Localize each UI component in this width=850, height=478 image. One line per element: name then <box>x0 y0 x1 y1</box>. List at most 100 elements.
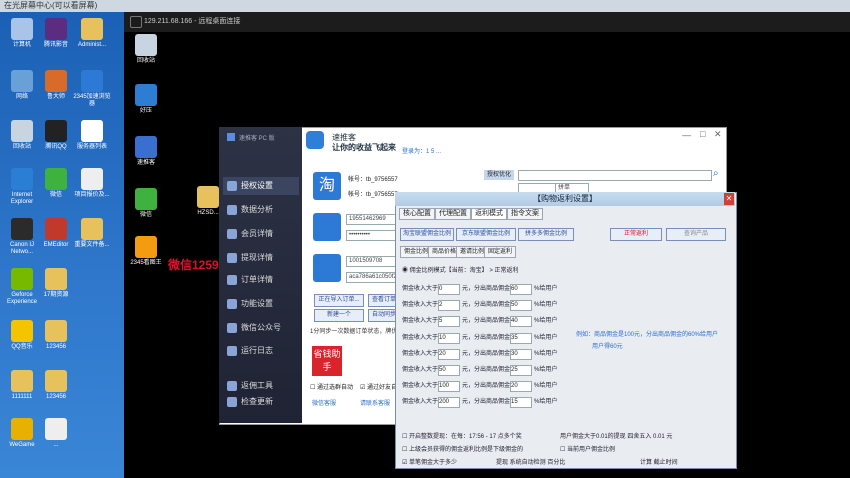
dialog-tab[interactable]: 代理配置 <box>435 208 471 220</box>
shortcut-icon <box>45 18 67 40</box>
shortcut-icon <box>45 268 67 290</box>
dialog-tab[interactable]: 返利模式 <box>471 208 507 220</box>
threshold-input[interactable]: 20 <box>438 348 460 360</box>
row-suffix: %给用户 <box>534 286 558 292</box>
dialog-tab[interactable]: 指令文案 <box>507 208 543 220</box>
contact-service-link[interactable]: 请联系客服 <box>360 398 390 407</box>
row-suffix: %给用户 <box>534 302 558 309</box>
option-current-ratio[interactable]: ☐ 当前用户佣金比例 <box>560 445 615 455</box>
threshold-input[interactable]: 2 <box>438 300 460 312</box>
threshold-input[interactable]: 200 <box>438 397 460 409</box>
shortcut-icon <box>45 70 67 92</box>
wechat-service-link[interactable]: 微信客服 <box>312 398 336 407</box>
shortcut-icon <box>45 120 67 142</box>
remote-shortcut[interactable]: 好压 <box>126 84 166 115</box>
row-suffix: %给用户 <box>534 367 558 373</box>
percent-input[interactable]: 15 <box>510 397 532 409</box>
desktop-shortcut[interactable]: 重要文件备... <box>72 218 112 249</box>
sidebar-item[interactable]: 订单详情 <box>223 271 299 289</box>
minimize-icon[interactable]: — <box>682 130 691 140</box>
threshold-input[interactable]: 10 <box>438 332 460 344</box>
remote-shortcut[interactable]: 2345看图王 <box>126 236 166 267</box>
sidebar-item[interactable]: 功能设置 <box>223 295 299 313</box>
sub-tab[interactable]: 固定返利 <box>484 246 517 258</box>
remote-shortcut[interactable]: 回收站 <box>126 34 166 65</box>
desktop-shortcut[interactable]: 腾讯影音 <box>36 18 76 49</box>
new-order-button[interactable]: 新建一个 <box>314 309 364 322</box>
desktop-shortcut[interactable]: 鲁大师 <box>36 70 76 101</box>
normal-rebate-button[interactable]: 正常返利 <box>610 228 662 241</box>
shortcut-icon <box>11 120 33 142</box>
optimize-field[interactable] <box>518 170 712 181</box>
login-status[interactable]: 登录为：1 5 ... <box>402 146 441 155</box>
percent-input[interactable]: 40 <box>510 316 532 328</box>
percent-input[interactable]: 50 <box>510 300 532 312</box>
desktop-shortcut[interactable]: 微信 <box>36 168 76 199</box>
maximize-icon[interactable]: □ <box>700 129 705 139</box>
nav-icon <box>227 381 237 391</box>
threshold-input[interactable]: 100 <box>438 381 460 393</box>
percent-input[interactable]: 25 <box>510 365 532 376</box>
option-cutoff: 计算 截止时间 <box>640 460 678 466</box>
dialog-tab[interactable]: 核心配置 <box>399 208 435 220</box>
remote-shortcut[interactable]: 微信 <box>126 188 166 219</box>
checkbox-group-auto[interactable]: ☐ 通过选群自动 <box>310 382 353 391</box>
nav-icon <box>227 275 237 285</box>
desktop-shortcut[interactable]: 项目报价及... <box>72 168 112 199</box>
mode-button[interactable]: 拼多多佣金比例 <box>518 228 574 241</box>
nav-icon <box>227 205 237 215</box>
shortcut-label: 腾讯影音 <box>43 42 68 48</box>
mode-radio[interactable]: ◉ 佣金比例模式【当前：淘宝】 > 正常返利 <box>402 266 519 276</box>
pin-icon[interactable] <box>130 16 142 28</box>
sidebar-item[interactable]: 会员详情 <box>223 225 299 243</box>
helper-badge[interactable]: 省钱助手 <box>312 346 342 376</box>
shortcut-icon <box>45 418 67 440</box>
shortcut-label: 腾讯QQ <box>45 144 67 150</box>
option-parent-rebate[interactable]: ☐ 上级会员获得的佣金返利比例是下级佣金的 <box>402 445 523 455</box>
dialog-close-icon[interactable]: ✕ <box>724 193 734 205</box>
mode-button[interactable]: 京东联盟佣金比例 <box>456 228 516 241</box>
desktop-shortcut[interactable]: 17期资源 <box>36 268 76 299</box>
desktop-shortcut[interactable]: 123456 <box>36 370 76 401</box>
query-product-button[interactable]: 查询产品 <box>666 228 726 241</box>
sidebar-item[interactable]: 检查更新 <box>223 393 299 411</box>
import-orders-button[interactable]: 正在导入订单... <box>314 294 364 307</box>
row-suffix: %给用户 <box>534 383 558 390</box>
search-icon[interactable]: ⌕ <box>713 168 719 179</box>
sidebar-item[interactable]: 授权设置 <box>223 177 299 195</box>
desktop-shortcut[interactable]: 2345加速浏览器 <box>72 70 112 108</box>
remote-title: 129.211.68.166 - 远程桌面连接 <box>144 18 241 25</box>
row-prefix: 佣金收入大于 <box>402 318 439 325</box>
sidebar-item[interactable]: 提现详情 <box>223 249 299 267</box>
remote-desktop-bar: 129.211.68.166 - 远程桌面连接 <box>124 12 850 32</box>
mode-button[interactable]: 淘宝联盟佣金比例 <box>400 228 454 241</box>
desktop-shortcut[interactable]: 服务器列表 <box>72 120 112 151</box>
desktop-shortcut[interactable]: Administ... <box>72 18 112 49</box>
row-prefix: 佣金收入大于 <box>402 383 439 390</box>
desktop-shortcut[interactable]: 123456 <box>36 320 76 351</box>
threshold-input[interactable]: 50 <box>438 365 460 376</box>
close-icon[interactable]: ✕ <box>714 129 722 140</box>
desktop-shortcut[interactable]: ... <box>36 418 76 449</box>
threshold-input[interactable]: 5 <box>438 316 460 328</box>
logo-icon <box>306 131 324 149</box>
percent-input[interactable]: 30 <box>510 348 532 360</box>
rebate-row: 佣金收入大于 <box>402 333 438 343</box>
sidebar-item[interactable]: 微信公众号 <box>223 319 299 337</box>
remote-shortcut[interactable]: 速推客 <box>126 136 166 167</box>
percent-input[interactable]: 35 <box>510 332 532 344</box>
shortcut-icon <box>11 70 33 92</box>
shortcut-icon <box>135 136 157 158</box>
desktop-shortcut[interactable]: EMEditor <box>36 218 76 249</box>
percent-input[interactable]: 20 <box>510 381 532 393</box>
sidebar-item[interactable]: 数据分析 <box>223 201 299 219</box>
sidebar-item[interactable]: 运行日志 <box>223 342 299 360</box>
option-integer-withdraw[interactable]: ☐ 开启整数提现：在每：17:56 - 17 点多个奖 <box>402 432 522 442</box>
sidebar-header: 速推客 PC 版 <box>239 136 275 142</box>
label-optimize: 授权优化 <box>484 170 514 180</box>
option-single-commission[interactable]: ☑ 单笔佣金大于多少 <box>402 458 457 468</box>
percent-input[interactable]: 60 <box>510 284 532 295</box>
threshold-input[interactable]: 0 <box>438 284 460 295</box>
nav-icon <box>227 181 237 191</box>
desktop-shortcut[interactable]: 腾讯QQ <box>36 120 76 151</box>
